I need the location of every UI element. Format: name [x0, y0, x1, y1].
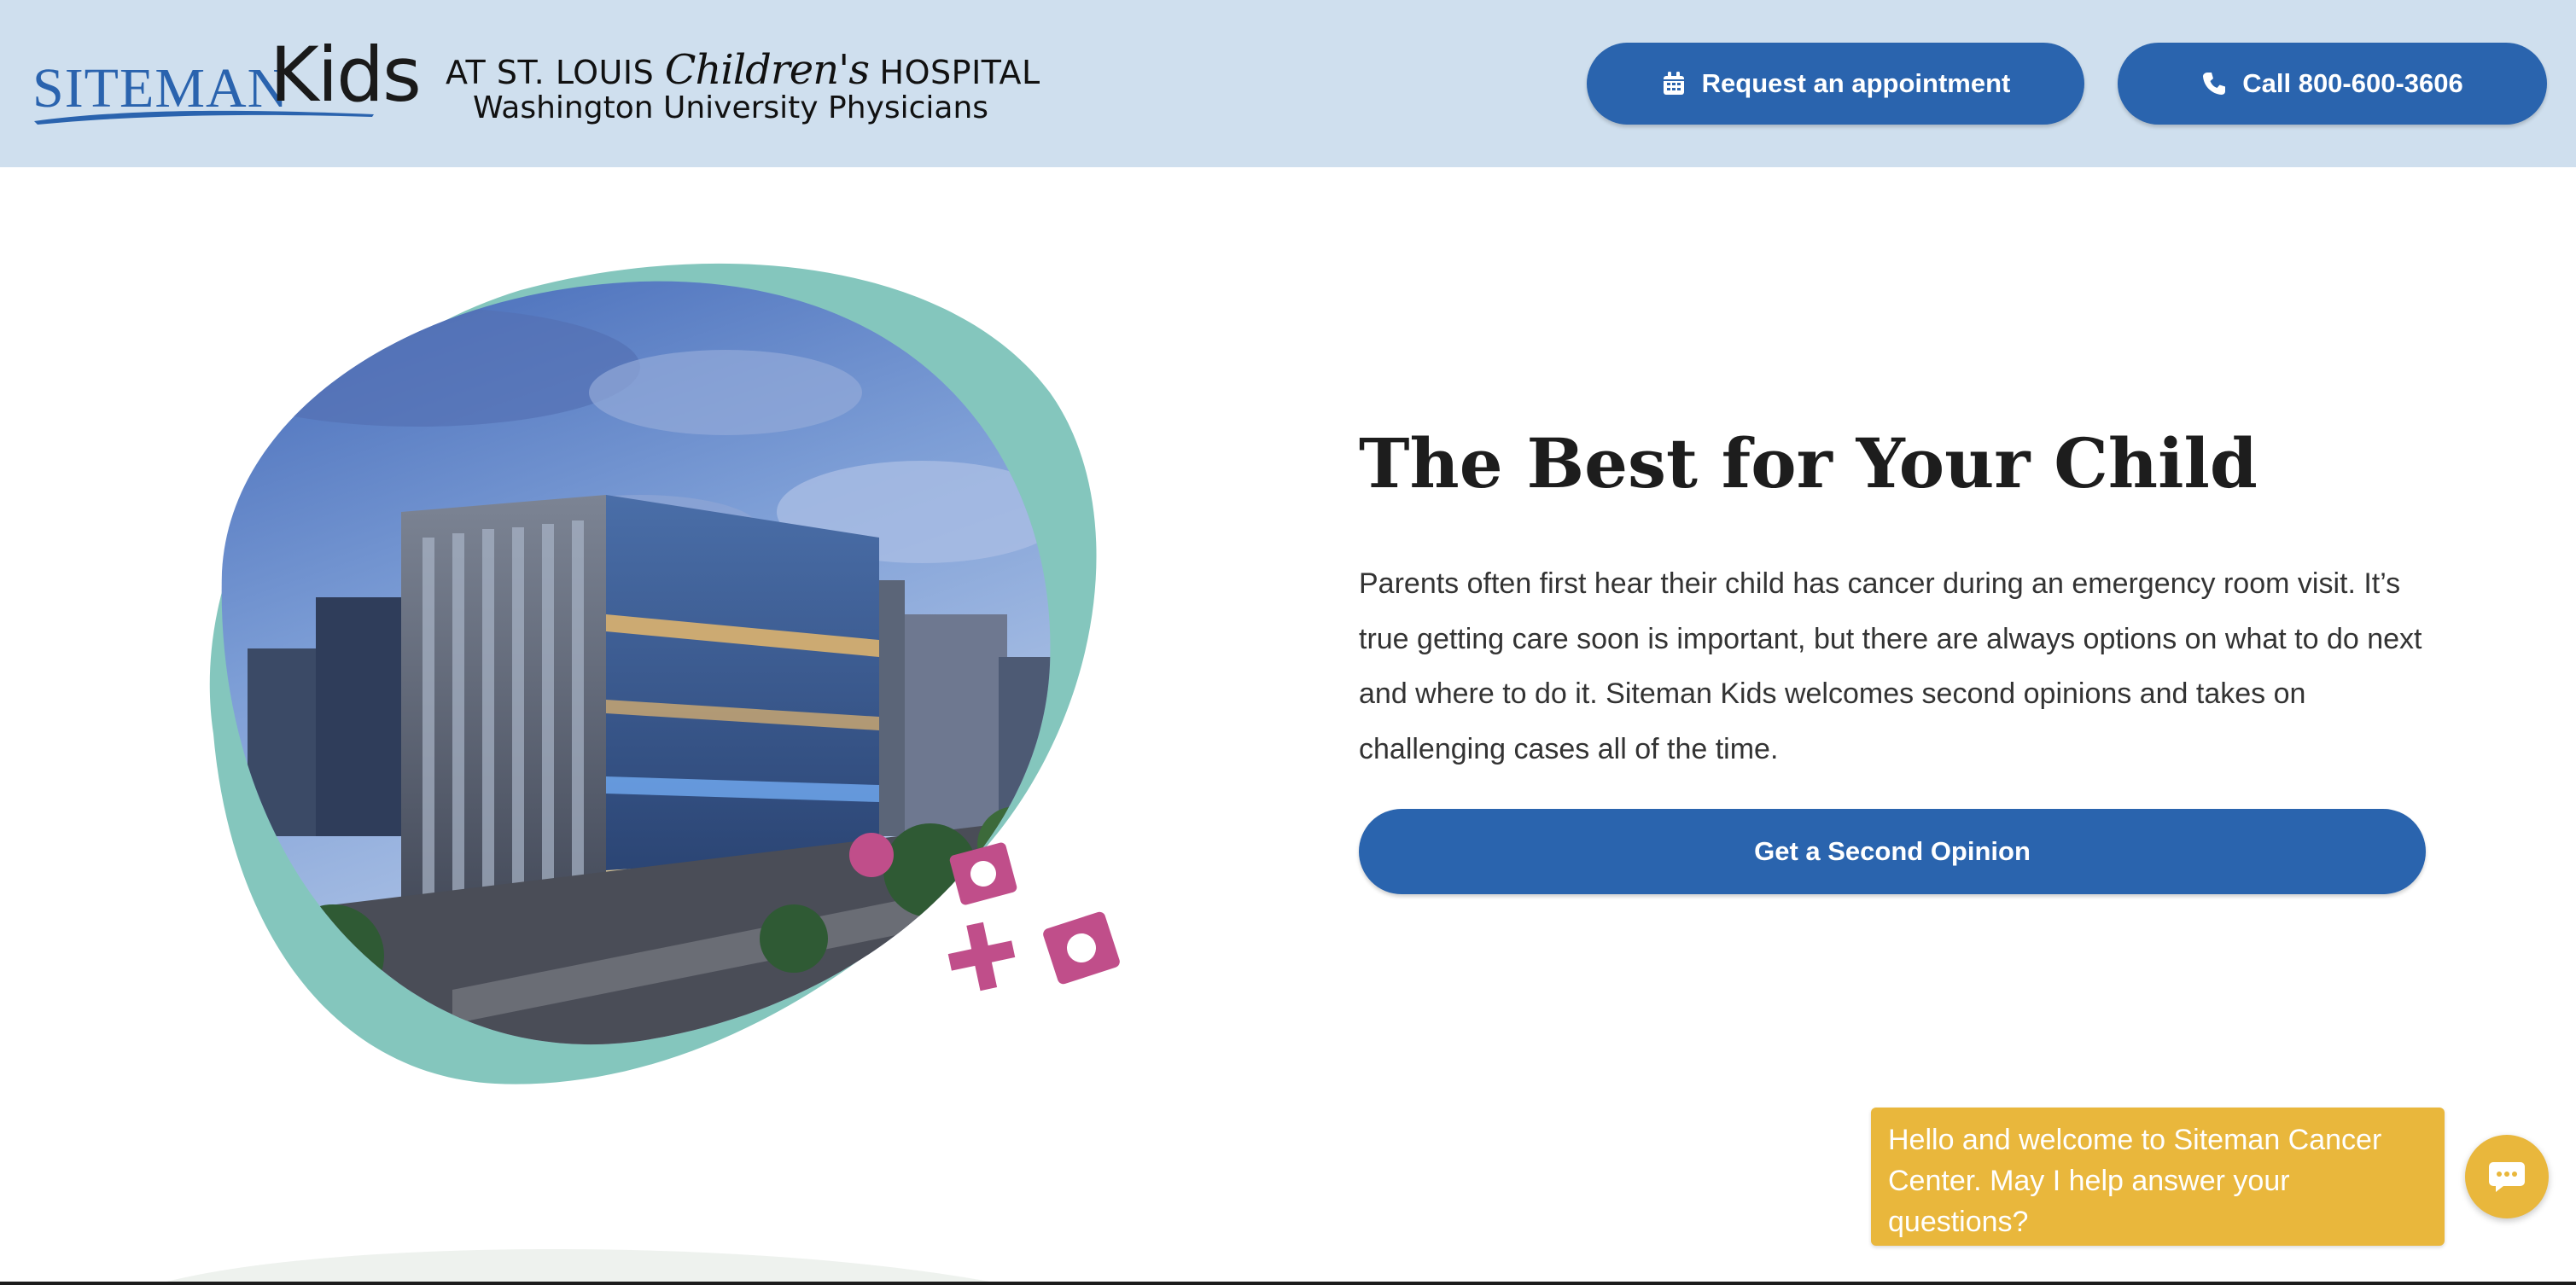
partner-suffix: HOSPITAL [879, 54, 1040, 91]
hero-title: The Best for Your Child [1359, 423, 2258, 503]
partner-childrens: Children's [664, 46, 870, 94]
hero-image [209, 263, 1120, 1084]
cross-shape [947, 922, 1016, 991]
partner-prefix: AT ST. LOUIS [446, 54, 655, 91]
request-appointment-label: Request an appointment [1701, 68, 2011, 98]
second-opinion-button[interactable]: Get a Second Opinion [1359, 809, 2426, 894]
hero-description: Parents often first hear their child has… [1359, 567, 2422, 765]
request-appointment-button[interactable]: Request an appointment [1587, 43, 2084, 125]
partner-line-1: AT ST. LOUIS Children's HOSPITAL [446, 46, 1040, 94]
bottom-wave-shape [0, 1249, 2576, 1285]
partner-line-2: Washington University Physicians [473, 90, 989, 125]
call-phone-label: Call 800-600-3606 [2242, 68, 2463, 98]
calendar-icon [1663, 72, 1684, 95]
chat-launcher-button[interactable] [2465, 1135, 2549, 1218]
phone-icon [2203, 73, 2226, 95]
logo-swoosh-icon [34, 110, 374, 125]
siteman-kids-logo[interactable]: SITEMAN Kids [32, 31, 422, 137]
call-phone-button[interactable]: Call 800-600-3606 [2118, 43, 2547, 125]
dot-shape [849, 833, 894, 877]
second-opinion-label: Get a Second Opinion [1754, 836, 2031, 866]
square-shape-2 [1043, 911, 1120, 985]
st-louis-childrens-logo[interactable]: AT ST. LOUIS Children's HOSPITAL Washing… [446, 34, 1040, 137]
chat-icon [2489, 1162, 2525, 1192]
site-header: SITEMAN Kids AT ST. LOUIS Children's HOS… [0, 0, 2576, 167]
